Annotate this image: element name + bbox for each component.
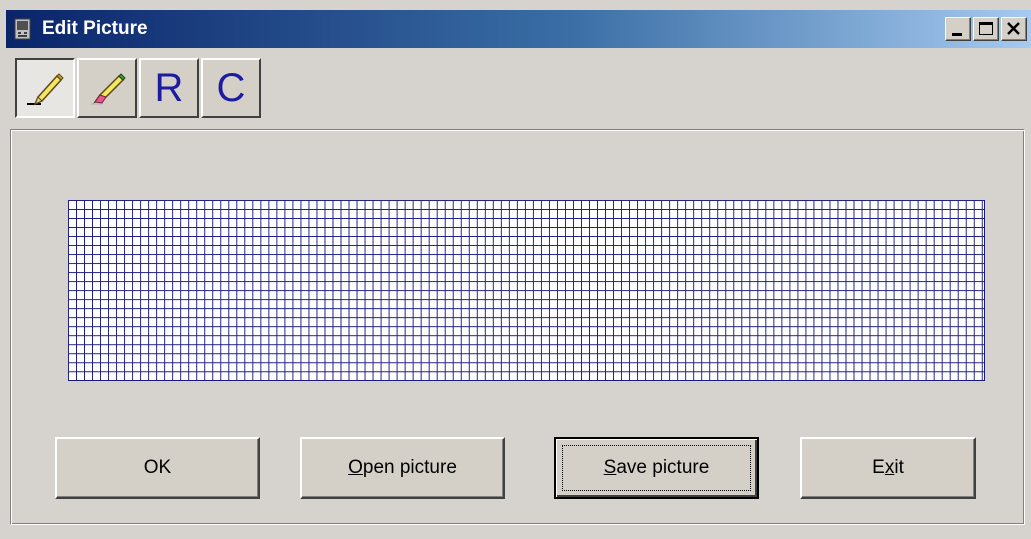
- save-picture-label: Save picture: [603, 457, 710, 478]
- open-picture-label: Open picture: [348, 457, 457, 478]
- ok-button-label: OK: [143, 457, 172, 478]
- eraser-icon: [91, 73, 126, 105]
- edit-picture-window: Edit Picture R C OK Open picture Save pi…: [0, 0, 1031, 539]
- close-button[interactable]: [1001, 17, 1027, 41]
- maximize-icon: [979, 22, 993, 35]
- r-tool-label: R: [154, 66, 184, 110]
- pixel-grid[interactable]: [68, 200, 985, 381]
- close-icon: [1007, 22, 1020, 35]
- save-picture-button[interactable]: Save picture: [554, 437, 759, 499]
- exit-button[interactable]: Exit: [800, 437, 976, 499]
- r-tool[interactable]: R: [139, 58, 199, 118]
- title-bar[interactable]: Edit Picture: [6, 10, 1031, 48]
- maximize-button[interactable]: [973, 17, 999, 41]
- open-picture-button[interactable]: Open picture: [300, 437, 505, 499]
- eraser-tool[interactable]: [77, 58, 137, 118]
- tool-bar: R C: [15, 58, 263, 122]
- pencil-icon: [27, 73, 64, 106]
- c-tool[interactable]: C: [201, 58, 261, 118]
- minimize-icon: [952, 33, 962, 36]
- pda-icon: [14, 18, 31, 40]
- exit-label: Exit: [872, 457, 904, 478]
- minimize-button[interactable]: [945, 17, 971, 41]
- window-controls: [943, 17, 1027, 43]
- window-title: Edit Picture: [42, 18, 148, 39]
- pencil-tool[interactable]: [15, 58, 75, 118]
- c-tool-label: C: [216, 66, 246, 110]
- ok-button[interactable]: OK: [55, 437, 260, 499]
